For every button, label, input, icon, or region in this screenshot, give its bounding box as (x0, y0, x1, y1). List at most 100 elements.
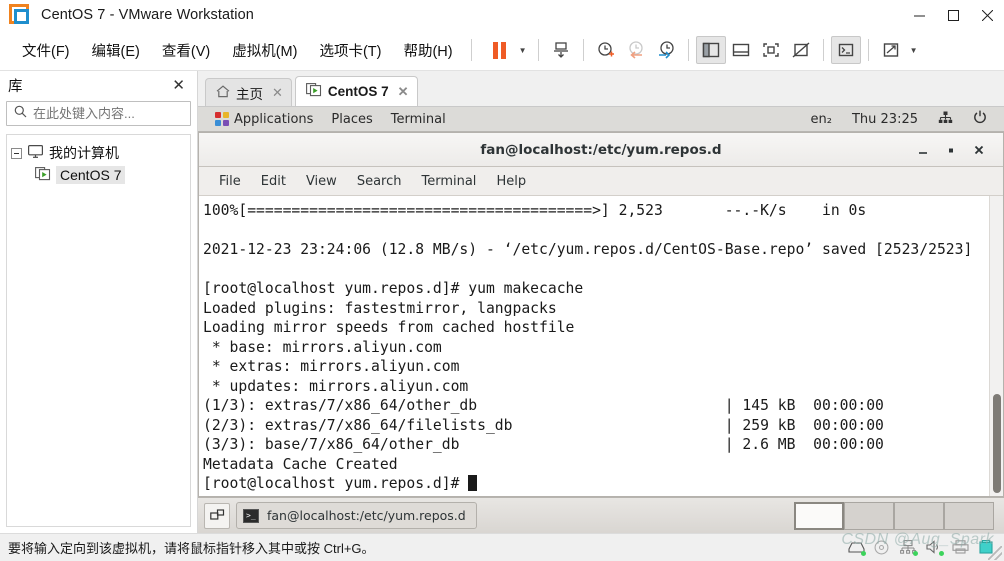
show-thumbnail-bar-button[interactable] (726, 36, 756, 64)
collapse-toggle-icon[interactable] (11, 147, 22, 159)
menu-help[interactable]: 帮助(H) (392, 36, 463, 65)
close-icon[interactable]: ✕ (272, 85, 283, 101)
window-title: CentOS 7 - VMware Workstation (41, 7, 254, 23)
close-icon[interactable]: ✕ (168, 76, 189, 94)
window-controls (902, 0, 1004, 30)
menu-file[interactable]: 文件(F) (11, 36, 81, 65)
tree-item-centos7[interactable]: CentOS 7 (11, 164, 186, 186)
terminal-title: fan@localhost:/etc/yum.repos.d (480, 141, 722, 158)
terminal-scrollbar[interactable] (989, 196, 1003, 496)
tree-item-my-computer[interactable]: 我的计算机 (11, 142, 186, 164)
places-menu[interactable]: Places (322, 112, 381, 127)
console-view-button[interactable] (830, 36, 861, 64)
network-adapter-icon[interactable] (900, 540, 918, 556)
library-tree: 我的计算机 CentOS 7 (6, 134, 191, 527)
maximize-icon[interactable] (936, 0, 970, 30)
toolbar-separator (822, 39, 824, 61)
printer-icon[interactable] (952, 540, 969, 555)
vm-running-icon (305, 83, 322, 100)
maximize-icon[interactable] (937, 137, 965, 163)
terminal-body[interactable]: 100%[===================================… (199, 196, 1003, 496)
applications-menu[interactable]: Applications (206, 112, 322, 127)
menubar: 文件(F) 编辑(E) 查看(V) 虚拟机(M) 选项卡(T) 帮助(H) (0, 36, 464, 65)
workspace-switcher (794, 501, 998, 530)
clock-back-icon (628, 41, 643, 59)
close-icon[interactable] (965, 137, 993, 163)
network-wired-icon[interactable] (929, 111, 962, 128)
clock-plus-icon (597, 42, 614, 57)
terminal-output[interactable]: 100%[===================================… (199, 196, 989, 496)
close-icon[interactable] (970, 0, 1004, 30)
snapshot-take-button[interactable] (546, 36, 576, 64)
terminal-titlebar: fan@localhost:/etc/yum.repos.d (199, 133, 1003, 167)
tree-item-label: CentOS 7 (56, 166, 126, 184)
library-search[interactable]: ▼ (6, 101, 218, 126)
scrollbar-thumb[interactable] (993, 394, 1001, 493)
active-app-menu[interactable]: Terminal (382, 112, 455, 127)
menu-edit[interactable]: 编辑(E) (81, 36, 151, 65)
terminal-menu-edit[interactable]: Edit (251, 174, 296, 189)
show-library-button[interactable] (695, 36, 726, 64)
expand-arrows-icon (883, 43, 898, 57)
terminal-menu-terminal[interactable]: Terminal (411, 174, 486, 189)
library-panel: 库 ✕ ▼ 我的计算机 (0, 71, 218, 533)
applications-icon (215, 112, 229, 126)
show-desktop-icon[interactable] (204, 502, 230, 529)
vm-running-icon (35, 166, 51, 184)
status-message: 要将输入定向到该虚拟机，请将鼠标指针移入其中或按 Ctrl+G。 (8, 541, 375, 556)
terminal-menu-search[interactable]: Search (347, 174, 412, 189)
tab-centos7[interactable]: CentOS 7 ✕ (294, 76, 418, 106)
toolbar-separator (537, 39, 539, 61)
minimize-icon[interactable] (902, 0, 936, 30)
guest-taskbar: >_ fan@localhost:/etc/yum.repos.d (198, 497, 1004, 533)
tab-home[interactable]: 主页 ✕ (205, 78, 292, 106)
window-titlebar: CentOS 7 - VMware Workstation (0, 0, 1004, 30)
library-title: 库 (8, 78, 23, 95)
unity-off-icon (792, 42, 810, 58)
manage-snapshots-button[interactable] (651, 36, 681, 64)
menu-vm[interactable]: 虚拟机(M) (221, 36, 308, 65)
guest-top-bar-right: en₂ Thu 23:25 (802, 110, 996, 128)
workspace-4[interactable] (944, 501, 994, 530)
menu-toolbar-row: 文件(F) 编辑(E) 查看(V) 虚拟机(M) 选项卡(T) 帮助(H) ▼ (0, 30, 1004, 71)
workspace-1[interactable] (794, 501, 844, 530)
sidebar-panel-icon (702, 42, 719, 58)
keyboard-layout-indicator[interactable]: en₂ (802, 112, 841, 127)
clock[interactable]: Thu 23:25 (843, 112, 927, 127)
view-dropdown-chevron-down-icon[interactable]: ▼ (906, 36, 922, 64)
bottom-panel-icon (732, 43, 749, 57)
cd-dvd-icon[interactable] (874, 540, 891, 555)
toolbar: ▼ ▼ (479, 36, 922, 64)
tree-item-label: 我的计算机 (49, 145, 119, 161)
terminal-menu-file[interactable]: File (209, 174, 251, 189)
workspace-3[interactable] (894, 501, 944, 530)
pause-icon (493, 41, 507, 59)
minimize-icon[interactable] (909, 137, 937, 163)
suspend-button[interactable] (485, 36, 515, 64)
search-input[interactable] (33, 106, 209, 121)
workspace-2[interactable] (844, 501, 894, 530)
vmware-logo-icon (9, 4, 31, 26)
taskbar-window-button[interactable]: >_ fan@localhost:/etc/yum.repos.d (236, 502, 477, 529)
snapshot-manager-button[interactable] (591, 36, 621, 64)
revert-snapshot-button[interactable] (621, 36, 651, 64)
terminal-window: fan@localhost:/etc/yum.repos.d File Edit… (198, 132, 1004, 497)
vmware-workstation-window: CentOS 7 - VMware Workstation 文件(F) 编辑(E… (0, 0, 1004, 561)
guest-top-bar-left: Applications Places Terminal (206, 112, 455, 127)
menu-tabs[interactable]: 选项卡(T) (308, 36, 392, 65)
hard-disk-icon[interactable] (848, 540, 866, 556)
terminal-menu-help[interactable]: Help (486, 174, 536, 189)
sound-card-icon[interactable] (926, 540, 944, 556)
snapshot-save-icon (553, 42, 568, 58)
fullscreen-button[interactable] (756, 36, 786, 64)
close-icon[interactable]: ✕ (398, 84, 409, 100)
content-area: 主页 ✕ CentOS 7 ✕ Applications Places Term… (198, 71, 1004, 533)
power-icon[interactable] (964, 110, 996, 128)
terminal-menu-view[interactable]: View (296, 174, 347, 189)
power-dropdown-chevron-down-icon[interactable]: ▼ (515, 36, 531, 64)
resize-grip[interactable] (988, 546, 1002, 560)
menu-view[interactable]: 查看(V) (151, 36, 221, 65)
stretch-view-button[interactable] (876, 36, 906, 64)
unity-mode-button[interactable] (786, 36, 816, 64)
vm-display[interactable]: Applications Places Terminal en₂ Thu 23:… (198, 106, 1004, 533)
